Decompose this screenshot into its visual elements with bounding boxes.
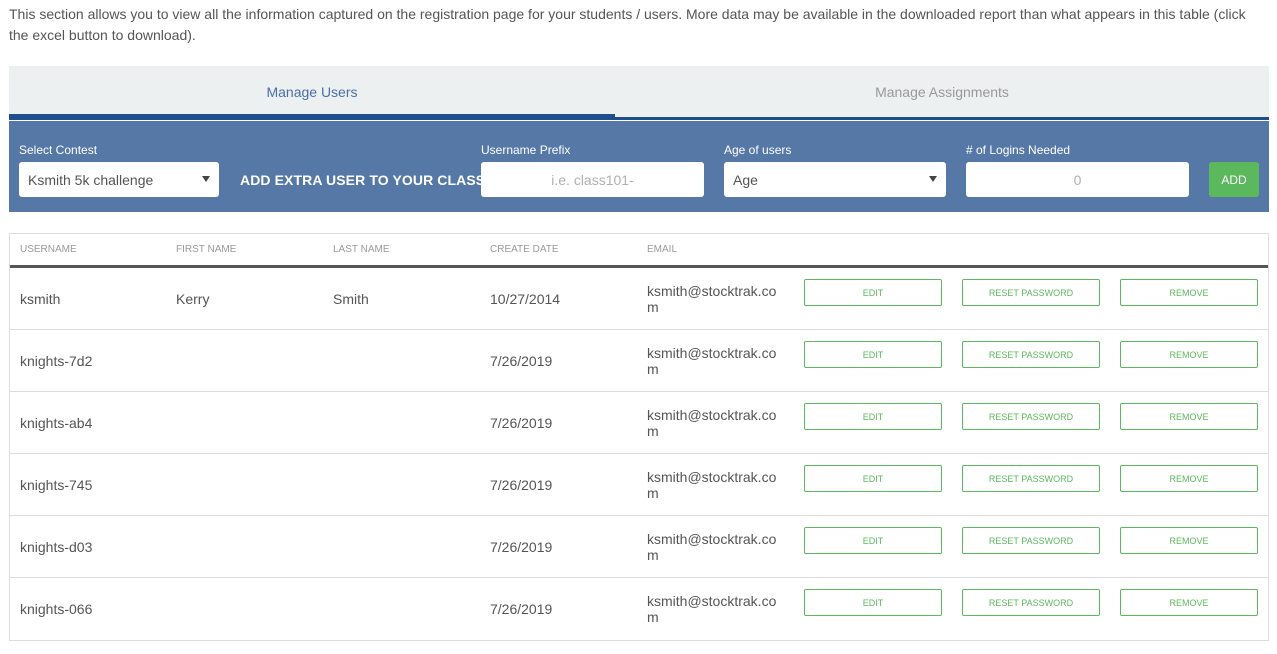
remove-button[interactable]: REMOVE <box>1120 403 1258 430</box>
cell-create-date: 7/26/2019 <box>490 353 553 369</box>
header-email: EMAIL <box>647 244 678 255</box>
username-prefix-input[interactable]: i.e. class101- <box>481 162 704 197</box>
header-last-name: LAST NAME <box>333 244 390 255</box>
logins-needed-input[interactable]: 0 <box>966 162 1189 197</box>
remove-button[interactable]: REMOVE <box>1120 589 1258 616</box>
add-user-toolbar: Select Contest Ksmith 5k challenge ADD E… <box>9 121 1269 212</box>
reset-password-button[interactable]: RESET PASSWORD <box>962 341 1100 368</box>
reset-password-button[interactable]: RESET PASSWORD <box>962 279 1100 306</box>
table-row: knights-066 7/26/2019 ksmith@stocktrak.com… <box>10 578 1268 640</box>
header-first-name: FIRST NAME <box>176 244 237 255</box>
cell-email: ksmith@stocktrak.com <box>647 283 777 315</box>
cell-create-date: 7/26/2019 <box>490 477 553 493</box>
cell-email: ksmith@stocktrak.com <box>647 345 777 377</box>
chevron-down-icon <box>202 176 210 182</box>
add-extra-user-label: ADD EXTRA USER TO YOUR CLASS: <box>240 172 490 188</box>
tab-manage-users[interactable]: Manage Users <box>9 66 615 117</box>
chevron-down-icon <box>929 176 937 182</box>
age-select-value: Age <box>733 171 758 188</box>
cell-create-date: 7/26/2019 <box>490 539 553 555</box>
users-table: USERNAME FIRST NAME LAST NAME CREATE DAT… <box>9 233 1269 641</box>
edit-button[interactable]: EDIT <box>804 589 942 616</box>
reset-password-button[interactable]: RESET PASSWORD <box>962 403 1100 430</box>
age-select[interactable]: Age <box>724 162 946 197</box>
cell-first-name: Kerry <box>176 291 210 307</box>
table-body: ksmith Kerry Smith 10/27/2014 ksmith@stocktr… <box>10 268 1268 640</box>
table-row: knights-ab4 7/26/2019 ksmith@stocktrak.com… <box>10 392 1268 454</box>
reset-password-button[interactable]: RESET PASSWORD <box>962 465 1100 492</box>
table-row: knights-745 7/26/2019 ksmith@stocktrak.com… <box>10 454 1268 516</box>
remove-button[interactable]: REMOVE <box>1120 341 1258 368</box>
cell-create-date: 7/26/2019 <box>490 415 553 431</box>
prefix-label: Username Prefix <box>481 143 571 157</box>
cell-email: ksmith@stocktrak.com <box>647 531 777 563</box>
cell-username: knights-d03 <box>20 539 93 555</box>
edit-button[interactable]: EDIT <box>804 279 942 306</box>
remove-button[interactable]: REMOVE <box>1120 465 1258 492</box>
logins-label: # of Logins Needed <box>966 143 1071 157</box>
cell-last-name: Smith <box>333 291 369 307</box>
cell-email: ksmith@stocktrak.com <box>647 469 777 501</box>
tab-manage-assignments[interactable]: Manage Assignments <box>615 66 1269 117</box>
edit-button[interactable]: EDIT <box>804 527 942 554</box>
table-row: knights-d03 7/26/2019 ksmith@stocktrak.com… <box>10 516 1268 578</box>
edit-button[interactable]: EDIT <box>804 465 942 492</box>
table-row: ksmith Kerry Smith 10/27/2014 ksmith@stocktr… <box>10 268 1268 330</box>
cell-username: knights-7d2 <box>20 353 93 369</box>
remove-button[interactable]: REMOVE <box>1120 279 1258 306</box>
cell-username: knights-745 <box>20 477 93 493</box>
contest-select[interactable]: Ksmith 5k challenge <box>19 162 219 197</box>
contest-label: Select Contest <box>19 143 98 157</box>
header-username: USERNAME <box>20 244 77 255</box>
cell-create-date: 10/27/2014 <box>490 291 561 307</box>
tab-bar: Manage Users Manage Assignments <box>9 66 1269 120</box>
reset-password-button[interactable]: RESET PASSWORD <box>962 589 1100 616</box>
table-header: USERNAME FIRST NAME LAST NAME CREATE DAT… <box>10 234 1268 268</box>
cell-username: knights-ab4 <box>20 415 93 431</box>
cell-username: knights-066 <box>20 601 93 617</box>
add-button[interactable]: ADD <box>1209 162 1259 197</box>
age-label: Age of users <box>724 143 792 157</box>
remove-button[interactable]: REMOVE <box>1120 527 1258 554</box>
edit-button[interactable]: EDIT <box>804 403 942 430</box>
contest-select-value: Ksmith 5k challenge <box>28 171 154 188</box>
cell-username: ksmith <box>20 291 61 307</box>
edit-button[interactable]: EDIT <box>804 341 942 368</box>
table-row: knights-7d2 7/26/2019 ksmith@stocktrak.com… <box>10 330 1268 392</box>
reset-password-button[interactable]: RESET PASSWORD <box>962 527 1100 554</box>
header-create-date: CREATE DATE <box>490 244 559 255</box>
cell-create-date: 7/26/2019 <box>490 601 553 617</box>
cell-email: ksmith@stocktrak.com <box>647 593 777 625</box>
intro-text: This section allows you to view all the … <box>9 6 1246 43</box>
cell-email: ksmith@stocktrak.com <box>647 407 777 439</box>
